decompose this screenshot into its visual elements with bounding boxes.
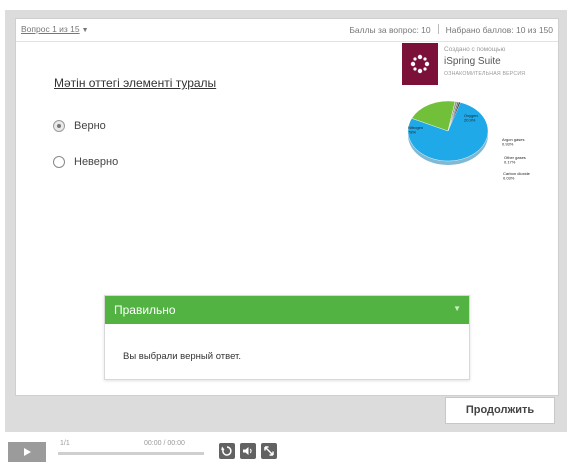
answer-option-false[interactable]: Неверно [53, 156, 118, 168]
time-display: 00:00 / 00:00 [144, 440, 185, 447]
points-per-question: Баллы за вопрос: 10 [349, 25, 431, 35]
slide-counter: 1/1 [60, 440, 70, 447]
answer-label: Неверно [74, 156, 119, 168]
ispring-logo-icon [402, 43, 438, 85]
question-title: Мәтін оттегі элементі туралы [54, 76, 217, 90]
feedback-panel: Правильно ▼ Вы выбрали верный ответ. [104, 295, 470, 380]
ispring-watermark: Создано с помощью iSpring Suite ОЗНАКОМИ… [402, 43, 554, 85]
answer-option-true[interactable]: Верно [53, 120, 106, 132]
continue-button[interactable]: Продолжить [445, 397, 555, 424]
volume-icon[interactable] [240, 443, 256, 459]
quiz-topbar: Вопрос 1 из 15 ▼ Баллы за вопрос: 10 Набра… [16, 19, 558, 42]
question-nav-label: Вопрос 1 из 15 [21, 24, 80, 34]
watermark-line3: ОЗНАКОМИТЕЛЬНАЯ ВЕРСИЯ [444, 71, 526, 77]
watermark-product: iSpring Suite [444, 56, 501, 67]
label-other: Other gases 0.17% [504, 155, 526, 165]
fullscreen-icon[interactable] [261, 443, 277, 459]
play-icon[interactable] [8, 442, 46, 462]
feedback-title: Правильно [114, 303, 176, 317]
question-navigator[interactable]: Вопрос 1 из 15 ▼ [21, 24, 89, 34]
answer-label: Верно [74, 120, 106, 132]
feedback-message: Вы выбрали верный ответ. [123, 351, 241, 362]
chevron-down-icon[interactable]: ▼ [453, 304, 461, 313]
label-co2: Carbon dioxide 0.03% [503, 171, 531, 181]
pie-chart-image: Nitrogen 78%Oxygen 20.9%Argon gases 0.93%Ot… [407, 100, 531, 181]
player-frame: Вопрос 1 из 15 ▼ Баллы за вопрос: 10 Набра… [5, 10, 567, 432]
quiz-slide: Вопрос 1 из 15 ▼ Баллы за вопрос: 10 Набра… [15, 18, 559, 396]
playback-controls: 1/1 00:00 / 00:00 [0, 432, 569, 468]
seek-bar[interactable] [58, 452, 204, 455]
watermark-line1: Создано с помощью [444, 46, 506, 53]
score-separator [437, 24, 439, 34]
feedback-header[interactable]: Правильно ▼ [105, 296, 469, 324]
points-total: Набрано баллов: 10 из 150 [445, 25, 553, 35]
radio-unselected-icon[interactable] [53, 156, 65, 168]
score-info: Баллы за вопрос: 10 Набрано баллов: 10 из… [349, 24, 553, 35]
label-argon: Argon gases 0.93% [502, 137, 524, 147]
radio-selected-icon[interactable] [53, 120, 65, 132]
caret-down-icon: ▼ [81, 27, 89, 34]
replay-icon[interactable] [219, 443, 235, 459]
